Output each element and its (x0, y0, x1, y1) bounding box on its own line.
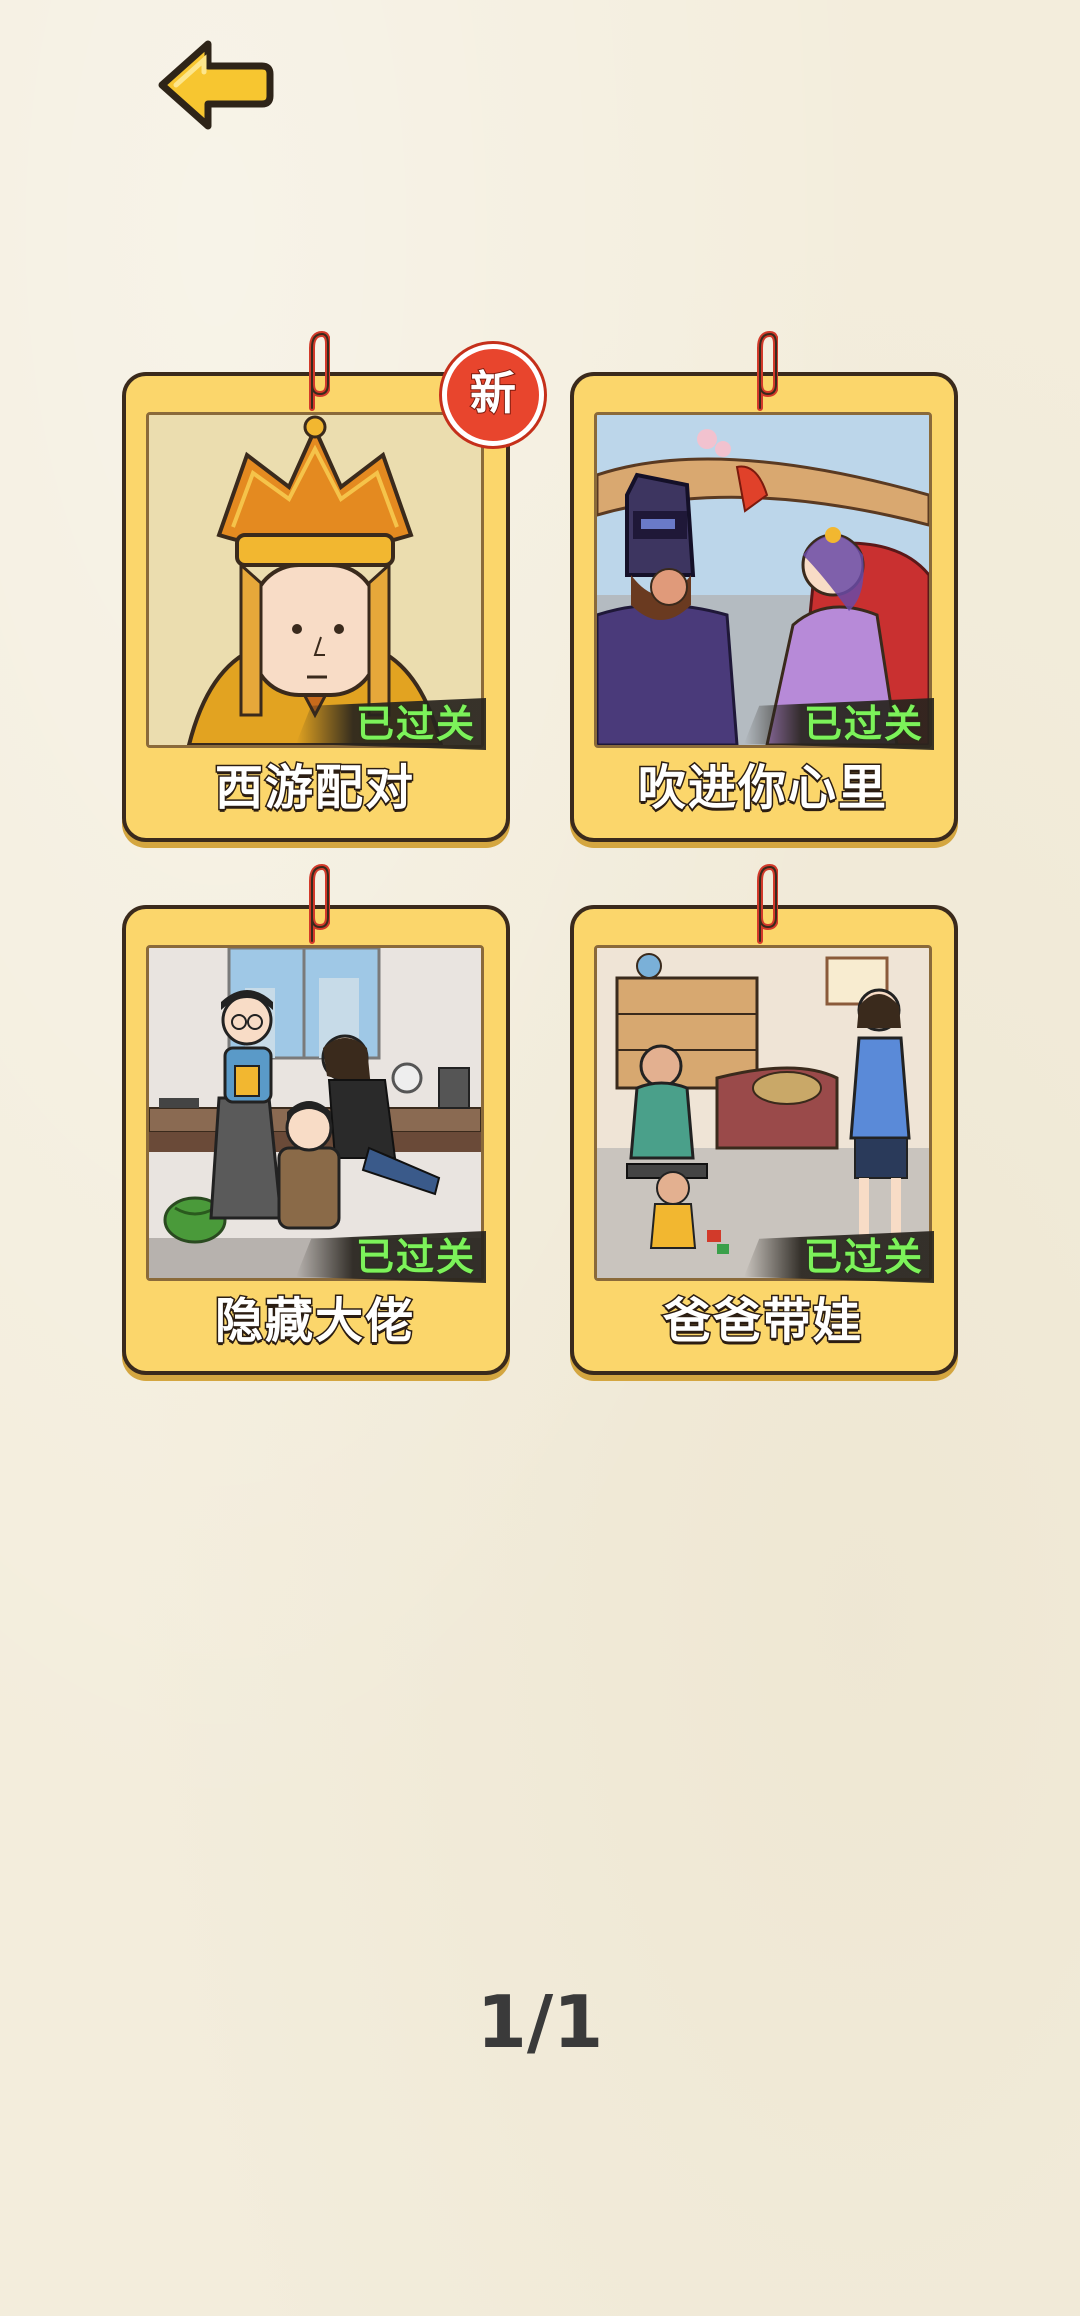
new-badge: 新 (442, 344, 544, 446)
level-title: 吹进你心里 (636, 759, 888, 818)
level-thumbnail (146, 945, 484, 1281)
paper-clip-icon (294, 861, 330, 945)
warrior-and-lady-image (597, 415, 929, 745)
paper-clip-icon (294, 328, 330, 412)
level-title: 西游配对 (213, 759, 415, 818)
level-thumbnail (146, 412, 484, 748)
back-button[interactable] (150, 30, 280, 140)
level-card-4[interactable]: 已过关 爸爸带娃 (570, 863, 958, 1375)
cleared-label: 已过关 (296, 698, 486, 750)
level-card-1[interactable]: 新 已过关 西游配对 (122, 330, 544, 842)
cleared-label: 已过关 (296, 1231, 486, 1283)
page-indicator: 1/1 (476, 1980, 604, 2064)
level-thumbnail (594, 945, 932, 1281)
cleared-label: 已过关 (744, 1231, 934, 1283)
monk-portrait-image (149, 415, 481, 745)
level-title: 爸爸带娃 (661, 1292, 863, 1351)
living-room-image (597, 948, 929, 1278)
arrow-left-icon (158, 40, 274, 130)
level-card-3[interactable]: 已过关 隐藏大佬 (122, 863, 510, 1375)
level-thumbnail (594, 412, 932, 748)
paper-clip-icon (742, 861, 778, 945)
level-title: 隐藏大佬 (213, 1292, 415, 1351)
office-image (149, 948, 481, 1278)
level-card-2[interactable]: 已过关 吹进你心里 (570, 330, 958, 842)
paper-clip-icon (742, 328, 778, 412)
cleared-label: 已过关 (744, 698, 934, 750)
